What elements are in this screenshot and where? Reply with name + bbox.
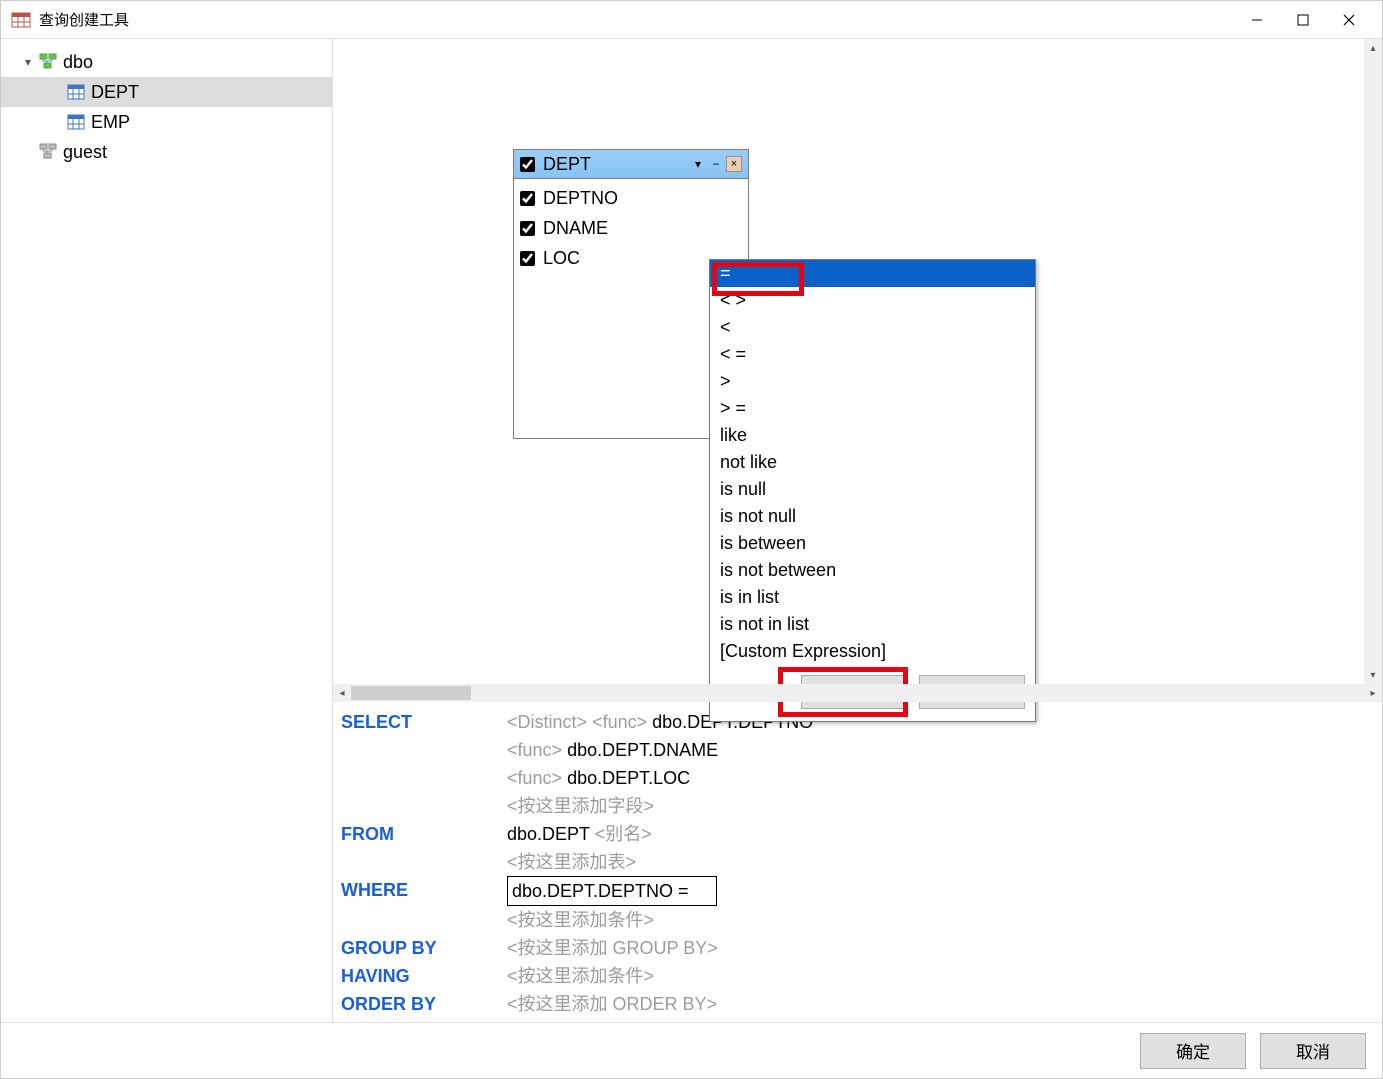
query-builder-window: 查询创建工具 ▾ dbo DEPT bbox=[0, 0, 1383, 1079]
minimize-small-icon[interactable]: − bbox=[708, 156, 724, 172]
groupby-hint[interactable]: <按这里添加 GROUP BY> bbox=[507, 938, 718, 958]
having-hint[interactable]: <按这里添加条件> bbox=[507, 966, 654, 986]
column-name: LOC bbox=[543, 248, 580, 269]
vertical-scrollbar[interactable]: ▴ ▾ bbox=[1364, 39, 1382, 684]
func-hint[interactable]: <func> bbox=[507, 740, 562, 760]
tree-label: guest bbox=[63, 142, 107, 163]
tree-item-guest[interactable]: guest bbox=[1, 137, 332, 167]
operator-item[interactable]: like bbox=[710, 422, 1035, 449]
operator-item[interactable]: < = bbox=[710, 341, 1035, 368]
add-table-hint[interactable]: <按这里添加表> bbox=[507, 852, 636, 872]
select-keyword: SELECT bbox=[337, 708, 507, 736]
operator-item[interactable]: is not null bbox=[710, 503, 1035, 530]
caret-down-icon[interactable]: ▾ bbox=[21, 55, 35, 69]
where-expression-input[interactable]: dbo.DEPT.DEPTNO = bbox=[507, 876, 717, 906]
schema-tree: ▾ dbo DEPT EMP bbox=[1, 39, 333, 1022]
operator-item[interactable]: not like bbox=[710, 449, 1035, 476]
app-icon bbox=[11, 10, 31, 30]
groupby-keyword: GROUP BY bbox=[337, 934, 507, 962]
where-keyword: WHERE bbox=[337, 876, 507, 904]
titlebar: 查询创建工具 bbox=[1, 1, 1382, 39]
window-title: 查询创建工具 bbox=[39, 9, 1234, 30]
from-table[interactable]: dbo.DEPT bbox=[507, 824, 590, 844]
ok-button[interactable]: 确定 bbox=[1140, 1033, 1246, 1069]
table-box-header[interactable]: DEPT ▾ − × bbox=[514, 150, 748, 179]
cancel-button[interactable]: 取消 bbox=[1260, 1033, 1366, 1069]
orderby-clause: ORDER BY <按这里添加 ORDER BY> bbox=[337, 990, 1378, 1018]
column-checkbox[interactable] bbox=[520, 191, 535, 206]
scroll-track[interactable] bbox=[351, 684, 1364, 702]
operator-item[interactable]: > = bbox=[710, 395, 1035, 422]
horizontal-scrollbar[interactable]: ◂ ▸ bbox=[333, 684, 1382, 702]
operator-item[interactable]: is not in list bbox=[710, 611, 1035, 638]
tree-label: DEPT bbox=[91, 82, 139, 103]
select-all-columns-checkbox[interactable] bbox=[520, 157, 535, 172]
tree-label: EMP bbox=[91, 112, 130, 133]
maximize-button[interactable] bbox=[1280, 5, 1326, 35]
footer: 确定 取消 bbox=[1, 1022, 1382, 1078]
column-name: DNAME bbox=[543, 218, 608, 239]
close-small-icon[interactable]: × bbox=[726, 156, 742, 172]
sql-pane: SELECT <Distinct> <func> dbo.DEPT.DEPTNO… bbox=[333, 702, 1382, 1022]
where-clause: WHERE dbo.DEPT.DEPTNO = <按这里添加条件> bbox=[337, 876, 1378, 934]
operator-item[interactable]: > bbox=[710, 368, 1035, 395]
window-controls bbox=[1234, 5, 1372, 35]
select-field[interactable]: dbo.DEPT.DNAME bbox=[567, 740, 718, 760]
scroll-up-icon[interactable]: ▴ bbox=[1364, 39, 1382, 57]
select-field[interactable]: dbo.DEPT.LOC bbox=[567, 768, 690, 788]
alias-hint[interactable]: <别名> bbox=[595, 824, 652, 844]
tree-item-emp[interactable]: EMP bbox=[1, 107, 332, 137]
operator-item[interactable]: < bbox=[710, 314, 1035, 341]
operator-item[interactable]: is not between bbox=[710, 557, 1035, 584]
add-field-hint[interactable]: <按这里添加字段> bbox=[507, 796, 654, 816]
groupby-clause: GROUP BY <按这里添加 GROUP BY> bbox=[337, 934, 1378, 962]
add-condition-hint[interactable]: <按这里添加条件> bbox=[507, 910, 654, 930]
func-hint[interactable]: <func> bbox=[507, 768, 562, 788]
operator-item[interactable]: is in list bbox=[710, 584, 1035, 611]
table-icon bbox=[67, 83, 85, 101]
orderby-hint[interactable]: <按这里添加 ORDER BY> bbox=[507, 994, 717, 1014]
column-checkbox[interactable] bbox=[520, 221, 535, 236]
diagram-canvas[interactable]: DEPT ▾ − × DEPTNO bbox=[333, 39, 1382, 684]
dropdown-icon[interactable]: ▾ bbox=[690, 156, 706, 172]
operator-item[interactable]: [Custom Expression] bbox=[710, 638, 1035, 665]
operator-item[interactable]: = bbox=[710, 260, 1035, 287]
orderby-keyword: ORDER BY bbox=[337, 990, 507, 1018]
scroll-right-icon[interactable]: ▸ bbox=[1364, 684, 1382, 702]
column-row[interactable]: DEPTNO bbox=[520, 183, 742, 213]
having-clause: HAVING <按这里添加条件> bbox=[337, 962, 1378, 990]
schema-icon bbox=[39, 53, 57, 71]
column-checkbox[interactable] bbox=[520, 251, 535, 266]
from-clause: FROM dbo.DEPT <别名> <按这里添加表> bbox=[337, 820, 1378, 876]
schema-icon bbox=[39, 143, 57, 161]
column-name: DEPTNO bbox=[543, 188, 618, 209]
select-clause: SELECT <Distinct> <func> dbo.DEPT.DEPTNO… bbox=[337, 708, 1378, 820]
operator-item[interactable]: is between bbox=[710, 530, 1035, 557]
tree-item-dept[interactable]: DEPT bbox=[1, 77, 332, 107]
scroll-thumb[interactable] bbox=[351, 686, 471, 700]
tree-label: dbo bbox=[63, 52, 93, 73]
close-button[interactable] bbox=[1326, 5, 1372, 35]
scroll-left-icon[interactable]: ◂ bbox=[333, 684, 351, 702]
table-icon bbox=[67, 113, 85, 131]
func-hint[interactable]: <func> bbox=[592, 712, 647, 732]
operator-item[interactable]: is null bbox=[710, 476, 1035, 503]
tree-item-dbo[interactable]: ▾ dbo bbox=[1, 47, 332, 77]
main-area: DEPT ▾ − × DEPTNO bbox=[333, 39, 1382, 1022]
distinct-hint[interactable]: <Distinct> bbox=[507, 712, 587, 732]
having-keyword: HAVING bbox=[337, 962, 507, 990]
column-row[interactable]: DNAME bbox=[520, 213, 742, 243]
scroll-down-icon[interactable]: ▾ bbox=[1364, 666, 1382, 684]
operator-item[interactable]: < > bbox=[710, 287, 1035, 314]
operator-list: = < > < < = > > = like not like is null … bbox=[710, 260, 1035, 665]
content-area: ▾ dbo DEPT EMP bbox=[1, 39, 1382, 1022]
minimize-button[interactable] bbox=[1234, 5, 1280, 35]
operator-popup: = < > < < = > > = like not like is null … bbox=[709, 259, 1036, 722]
table-box-title: DEPT bbox=[543, 154, 690, 175]
from-keyword: FROM bbox=[337, 820, 507, 848]
